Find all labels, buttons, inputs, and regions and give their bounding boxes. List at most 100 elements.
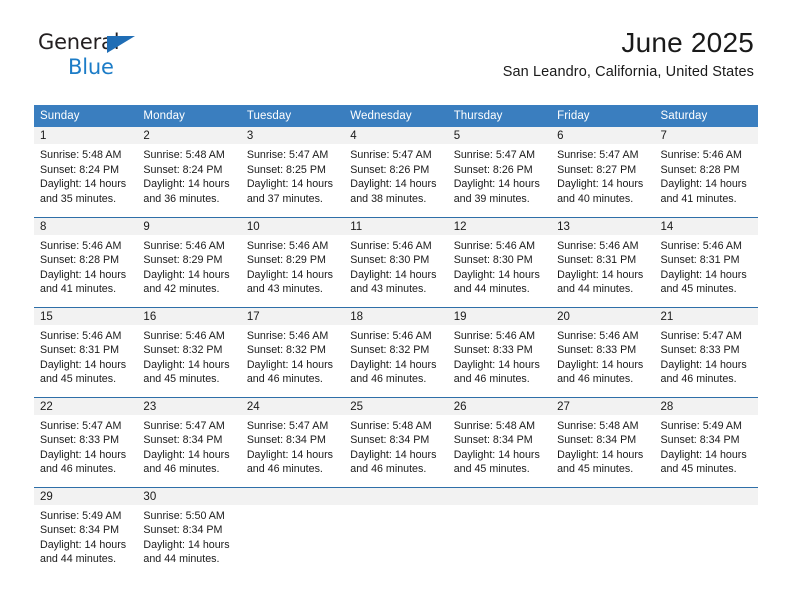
calendar-day-cell[interactable]: 27 Sunrise: 5:48 AM Sunset: 8:34 PM Dayligh… <box>551 396 655 487</box>
sunrise-text: Sunrise: 5:47 AM <box>557 149 639 161</box>
day-sun-details: Sunrise: 5:47 AM Sunset: 8:33 PM Daylight:… <box>34 415 137 477</box>
day-sun-details: Sunrise: 5:47 AM Sunset: 8:26 PM Daylight:… <box>344 144 447 206</box>
day-sun-details: Sunrise: 5:47 AM Sunset: 8:34 PM Daylight:… <box>137 415 240 477</box>
calendar-day-cell[interactable]: 13 Sunrise: 5:46 AM Sunset: 8:31 PM Dayligh… <box>551 216 655 307</box>
calendar-day-cell[interactable]: 10 Sunrise: 5:46 AM Sunset: 8:29 PM Dayligh… <box>240 216 345 307</box>
calendar-day-cell[interactable]: 17 Sunrise: 5:46 AM Sunset: 8:32 PM Dayligh… <box>240 306 345 397</box>
sunset-text: Sunset: 8:32 PM <box>143 344 223 357</box>
calendar-day-cell-empty <box>240 486 345 577</box>
calendar-day-cell[interactable]: 22 Sunrise: 5:47 AM Sunset: 8:33 PM Dayligh… <box>34 396 138 487</box>
sunset-text: Sunset: 8:34 PM <box>453 434 533 447</box>
sunrise-text: Sunrise: 5:46 AM <box>143 239 225 252</box>
sunrise-text: Sunrise: 5:46 AM <box>40 329 122 342</box>
day-sun-details: Sunrise: 5:47 AM Sunset: 8:25 PM Daylight:… <box>241 144 344 206</box>
calendar-day-cell[interactable]: 8 Sunrise: 5:46 AM Sunset: 8:28 PM Daylight… <box>34 216 138 307</box>
daylight-text: Daylight: 14 hours and 45 minutes. <box>660 268 747 296</box>
weekday-header-row: Sunday Monday Tuesday Wednesday Thursday Frid… <box>34 105 758 127</box>
calendar-day-cell[interactable]: 20 Sunrise: 5:46 AM Sunset: 8:33 PM Dayligh… <box>551 306 655 397</box>
daylight-text: Daylight: 14 hours and 46 minutes. <box>660 358 747 386</box>
calendar-day-cell[interactable]: 2 Sunrise: 5:48 AM Sunset: 8:24 PM Daylight… <box>137 127 241 217</box>
daylight-text: Daylight: 14 hours and 44 minutes. <box>557 268 644 296</box>
calendar-week-row: 15 Sunrise: 5:46 AM Sunset: 8:31 PM Dayligh… <box>34 306 758 397</box>
calendar-day-cell[interactable]: 1 Sunrise: 5:48 AM Sunset: 8:24 PM Daylight… <box>34 127 138 217</box>
day-number: 26 <box>447 397 552 415</box>
sunset-text: Sunset: 8:24 PM <box>143 163 223 176</box>
day-number <box>344 487 448 505</box>
daylight-text: Daylight: 14 hours and 45 minutes. <box>557 448 644 476</box>
day-number: 19 <box>447 307 552 325</box>
sunrise-text: Sunrise: 5:46 AM <box>660 149 742 161</box>
day-sun-details: Sunrise: 5:48 AM Sunset: 8:34 PM Daylight:… <box>448 415 551 477</box>
calendar-week-row: 1 Sunrise: 5:48 AM Sunset: 8:24 PM Daylight… <box>34 127 758 217</box>
sunrise-text: Sunrise: 5:48 AM <box>143 149 225 161</box>
sunrise-sunset-calendar: Sunday Monday Tuesday Wednesday Thursday Frid… <box>34 105 758 577</box>
daylight-text: Daylight: 14 hours and 46 minutes. <box>350 358 437 386</box>
sunset-text: Sunset: 8:27 PM <box>557 163 637 176</box>
sunrise-text: Sunrise: 5:46 AM <box>246 329 329 342</box>
day-sun-details: Sunrise: 5:46 AM Sunset: 8:33 PM Daylight:… <box>448 325 551 387</box>
calendar-day-cell[interactable]: 25 Sunrise: 5:48 AM Sunset: 8:34 PM Dayligh… <box>344 396 448 487</box>
general-blue-logo[interactable]: General Blue <box>38 32 135 78</box>
calendar-week-row: 22 Sunrise: 5:47 AM Sunset: 8:33 PM Dayligh… <box>34 396 758 487</box>
sunset-text: Sunset: 8:25 PM <box>246 163 326 176</box>
calendar-day-cell[interactable]: 11 Sunrise: 5:46 AM Sunset: 8:30 PM Dayligh… <box>344 216 448 307</box>
daylight-text: Daylight: 14 hours and 44 minutes. <box>453 268 540 296</box>
sunrise-text: Sunrise: 5:46 AM <box>660 239 742 252</box>
calendar-day-cell[interactable]: 30 Sunrise: 5:50 AM Sunset: 8:34 PM Dayligh… <box>137 486 241 577</box>
daylight-text: Daylight: 14 hours and 46 minutes. <box>350 448 437 476</box>
day-sun-details: Sunrise: 5:48 AM Sunset: 8:34 PM Daylight:… <box>551 415 654 477</box>
day-sun-details: Sunrise: 5:46 AM Sunset: 8:32 PM Daylight:… <box>344 325 447 387</box>
logo-top-row: General <box>38 32 135 56</box>
calendar-day-cell[interactable]: 5 Sunrise: 5:47 AM Sunset: 8:26 PM Daylight… <box>447 127 552 217</box>
calendar-day-cell[interactable]: 7 Sunrise: 5:46 AM Sunset: 8:28 PM Daylight… <box>654 127 758 217</box>
calendar-day-cell[interactable]: 9 Sunrise: 5:46 AM Sunset: 8:29 PM Daylight… <box>137 216 241 307</box>
daylight-text: Daylight: 14 hours and 45 minutes. <box>453 448 540 476</box>
day-number: 4 <box>344 127 448 144</box>
daylight-text: Daylight: 14 hours and 36 minutes. <box>143 178 230 205</box>
sunrise-text: Sunrise: 5:46 AM <box>246 239 329 252</box>
day-number: 30 <box>137 487 241 505</box>
calendar-week-row: 8 Sunrise: 5:46 AM Sunset: 8:28 PM Daylight… <box>34 216 758 307</box>
daylight-text: Daylight: 14 hours and 42 minutes. <box>143 268 230 296</box>
sunrise-text: Sunrise: 5:46 AM <box>453 329 536 342</box>
calendar-day-cell[interactable]: 26 Sunrise: 5:48 AM Sunset: 8:34 PM Dayligh… <box>447 396 552 487</box>
sunrise-text: Sunrise: 5:46 AM <box>350 329 432 342</box>
calendar-day-cell[interactable]: 3 Sunrise: 5:47 AM Sunset: 8:25 PM Daylight… <box>240 127 345 217</box>
daylight-text: Daylight: 14 hours and 35 minutes. <box>40 178 127 205</box>
calendar-day-cell[interactable]: 14 Sunrise: 5:46 AM Sunset: 8:31 PM Dayligh… <box>654 216 758 307</box>
calendar-day-cell[interactable]: 24 Sunrise: 5:47 AM Sunset: 8:34 PM Dayligh… <box>240 396 345 487</box>
daylight-text: Daylight: 14 hours and 46 minutes. <box>246 358 333 386</box>
sunset-text: Sunset: 8:28 PM <box>660 163 740 176</box>
sunset-text: Sunset: 8:34 PM <box>40 524 120 537</box>
day-number: 1 <box>34 127 138 144</box>
sunrise-text: Sunrise: 5:46 AM <box>453 239 536 252</box>
day-number: 16 <box>137 307 241 325</box>
calendar-day-cell[interactable]: 19 Sunrise: 5:46 AM Sunset: 8:33 PM Dayligh… <box>447 306 552 397</box>
daylight-text: Daylight: 14 hours and 46 minutes. <box>143 448 230 476</box>
sunrise-text: Sunrise: 5:46 AM <box>143 329 225 342</box>
sunset-text: Sunset: 8:34 PM <box>350 434 430 447</box>
calendar-day-cell[interactable]: 4 Sunrise: 5:47 AM Sunset: 8:26 PM Daylight… <box>344 127 448 217</box>
day-number: 13 <box>551 217 655 235</box>
day-number: 12 <box>447 217 552 235</box>
calendar-day-cell[interactable]: 21 Sunrise: 5:47 AM Sunset: 8:33 PM Dayligh… <box>654 306 758 397</box>
calendar-day-cell[interactable]: 16 Sunrise: 5:46 AM Sunset: 8:32 PM Dayligh… <box>137 306 241 397</box>
day-sun-details: Sunrise: 5:46 AM Sunset: 8:28 PM Daylight:… <box>655 144 758 206</box>
calendar-day-cell[interactable]: 23 Sunrise: 5:47 AM Sunset: 8:34 PM Dayligh… <box>137 396 241 487</box>
day-number: 3 <box>240 127 345 144</box>
sunrise-text: Sunrise: 5:47 AM <box>660 329 742 342</box>
day-sun-details: Sunrise: 5:46 AM Sunset: 8:32 PM Daylight:… <box>241 325 344 387</box>
daylight-text: Daylight: 14 hours and 45 minutes. <box>40 358 127 386</box>
sunset-text: Sunset: 8:33 PM <box>557 344 637 357</box>
day-sun-details: Sunrise: 5:46 AM Sunset: 8:32 PM Daylight:… <box>137 325 240 387</box>
calendar-day-cell[interactable]: 12 Sunrise: 5:46 AM Sunset: 8:30 PM Dayligh… <box>447 216 552 307</box>
calendar-day-cell[interactable]: 15 Sunrise: 5:46 AM Sunset: 8:31 PM Dayligh… <box>34 306 138 397</box>
calendar-day-cell[interactable]: 6 Sunrise: 5:47 AM Sunset: 8:27 PM Daylight… <box>551 127 655 217</box>
day-sun-details: Sunrise: 5:46 AM Sunset: 8:30 PM Daylight:… <box>448 235 551 297</box>
calendar-day-cell[interactable]: 29 Sunrise: 5:49 AM Sunset: 8:34 PM Dayligh… <box>34 486 138 577</box>
calendar-day-cell[interactable]: 28 Sunrise: 5:49 AM Sunset: 8:34 PM Dayligh… <box>654 396 758 487</box>
calendar-day-cell[interactable]: 18 Sunrise: 5:46 AM Sunset: 8:32 PM Dayligh… <box>344 306 448 397</box>
day-number <box>240 487 345 505</box>
location-subtitle: San Leandro, California, United States <box>502 64 754 81</box>
sunrise-text: Sunrise: 5:46 AM <box>557 239 639 252</box>
